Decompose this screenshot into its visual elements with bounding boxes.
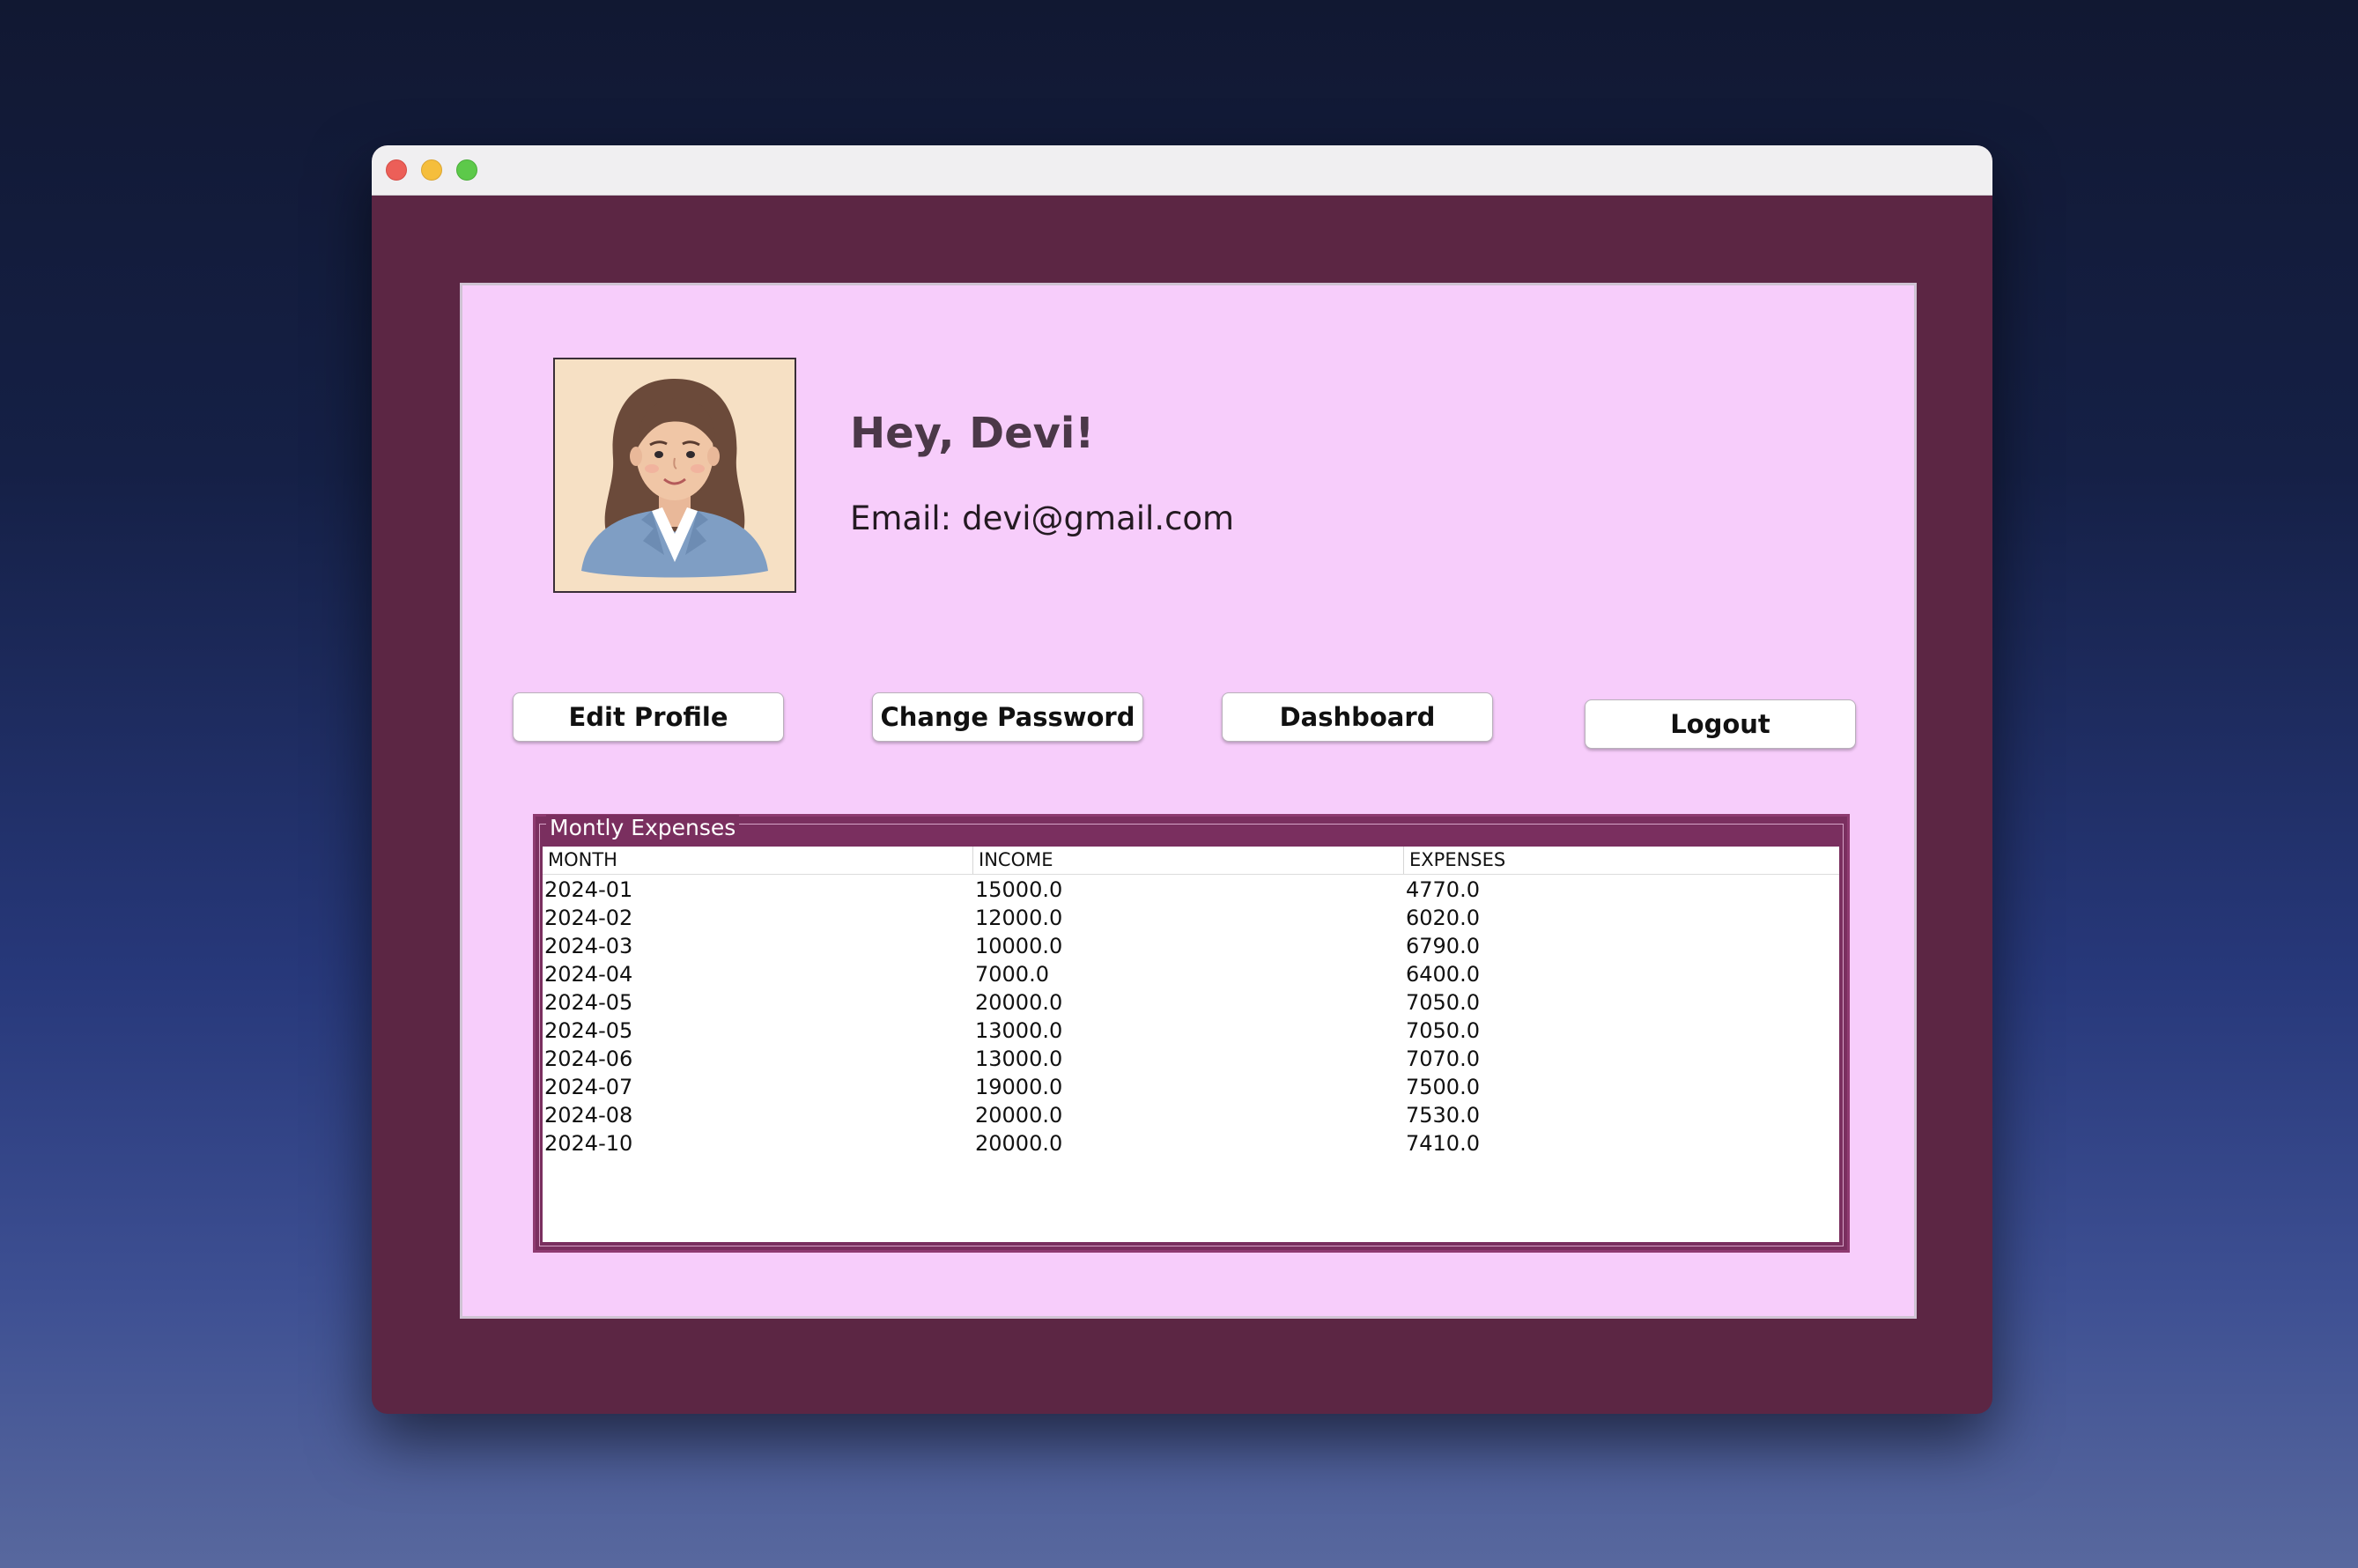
greeting-heading: Hey, Devi! xyxy=(850,409,1095,458)
maximize-window-button[interactable] xyxy=(456,159,477,181)
income-cell: 12000.0 xyxy=(975,906,1063,930)
month-cell: 2024-01 xyxy=(544,877,633,902)
income-cell: 20000.0 xyxy=(975,1131,1063,1156)
monthly-expenses-group: Montly Expenses MONTH INCOME EXPENSES 20… xyxy=(533,814,1850,1253)
title-bar xyxy=(372,145,1992,196)
month-cell: 2024-05 xyxy=(544,990,633,1015)
app-window: Hey, Devi! Email: devi@gmail.com Edit Pro… xyxy=(372,145,1992,1414)
income-cell: 19000.0 xyxy=(975,1075,1063,1099)
month-cell: 2024-07 xyxy=(544,1075,633,1099)
table-body: 2024-01 15000.0 4770.0 2024-02 12000.0 6… xyxy=(543,875,1839,1158)
woman-avatar-icon xyxy=(555,359,795,591)
table-row[interactable]: 2024-04 7000.0 6400.0 xyxy=(543,960,1839,988)
table-row[interactable]: 2024-02 12000.0 6020.0 xyxy=(543,904,1839,932)
month-cell: 2024-08 xyxy=(544,1103,633,1128)
income-cell: 10000.0 xyxy=(975,934,1063,958)
logout-button[interactable]: Logout xyxy=(1585,699,1856,749)
income-cell: 20000.0 xyxy=(975,1103,1063,1128)
email-line: Email: devi@gmail.com xyxy=(850,499,1234,537)
monthly-expenses-title: Montly Expenses xyxy=(546,815,740,841)
table-row[interactable]: 2024-08 20000.0 7530.0 xyxy=(543,1101,1839,1129)
income-cell: 15000.0 xyxy=(975,877,1063,902)
column-header-income[interactable]: INCOME xyxy=(973,847,1404,874)
change-password-button[interactable]: Change Password xyxy=(872,692,1143,742)
month-cell: 2024-03 xyxy=(544,934,633,958)
table-row[interactable]: 2024-07 19000.0 7500.0 xyxy=(543,1073,1839,1101)
expenses-cell: 6790.0 xyxy=(1406,934,1480,958)
table-row[interactable]: 2024-10 20000.0 7410.0 xyxy=(543,1129,1839,1158)
close-window-button[interactable] xyxy=(386,159,407,181)
dashboard-button[interactable]: Dashboard xyxy=(1222,692,1493,742)
expenses-cell: 7500.0 xyxy=(1406,1075,1480,1099)
expenses-cell: 7050.0 xyxy=(1406,990,1480,1015)
avatar xyxy=(553,358,796,593)
table-header: MONTH INCOME EXPENSES xyxy=(543,847,1839,875)
expenses-cell: 4770.0 xyxy=(1406,877,1480,902)
month-cell: 2024-04 xyxy=(544,962,633,987)
table-row[interactable]: 2024-05 13000.0 7050.0 xyxy=(543,1017,1839,1045)
table-row[interactable]: 2024-06 13000.0 7070.0 xyxy=(543,1045,1839,1073)
income-cell: 13000.0 xyxy=(975,1018,1063,1043)
expenses-table[interactable]: MONTH INCOME EXPENSES 2024-01 15000.0 47… xyxy=(543,847,1839,1242)
expenses-cell: 7050.0 xyxy=(1406,1018,1480,1043)
income-cell: 20000.0 xyxy=(975,990,1063,1015)
income-cell: 7000.0 xyxy=(975,962,1049,987)
table-row[interactable]: 2024-01 15000.0 4770.0 xyxy=(543,876,1839,904)
expenses-cell: 6020.0 xyxy=(1406,906,1480,930)
expenses-cell: 6400.0 xyxy=(1406,962,1480,987)
table-row[interactable]: 2024-05 20000.0 7050.0 xyxy=(543,988,1839,1017)
income-cell: 13000.0 xyxy=(975,1047,1063,1071)
column-header-month[interactable]: MONTH xyxy=(543,847,973,874)
edit-profile-button[interactable]: Edit Profile xyxy=(513,692,784,742)
profile-panel: Hey, Devi! Email: devi@gmail.com Edit Pro… xyxy=(460,283,1917,1319)
month-cell: 2024-02 xyxy=(544,906,633,930)
expenses-cell: 7070.0 xyxy=(1406,1047,1480,1071)
email-value: devi@gmail.com xyxy=(962,499,1235,537)
email-label: Email: xyxy=(850,499,952,537)
expenses-cell: 7530.0 xyxy=(1406,1103,1480,1128)
table-row[interactable]: 2024-03 10000.0 6790.0 xyxy=(543,932,1839,960)
minimize-window-button[interactable] xyxy=(421,159,442,181)
column-header-expenses[interactable]: EXPENSES xyxy=(1404,847,1839,874)
month-cell: 2024-05 xyxy=(544,1018,633,1043)
month-cell: 2024-06 xyxy=(544,1047,633,1071)
expenses-cell: 7410.0 xyxy=(1406,1131,1480,1156)
month-cell: 2024-10 xyxy=(544,1131,633,1156)
